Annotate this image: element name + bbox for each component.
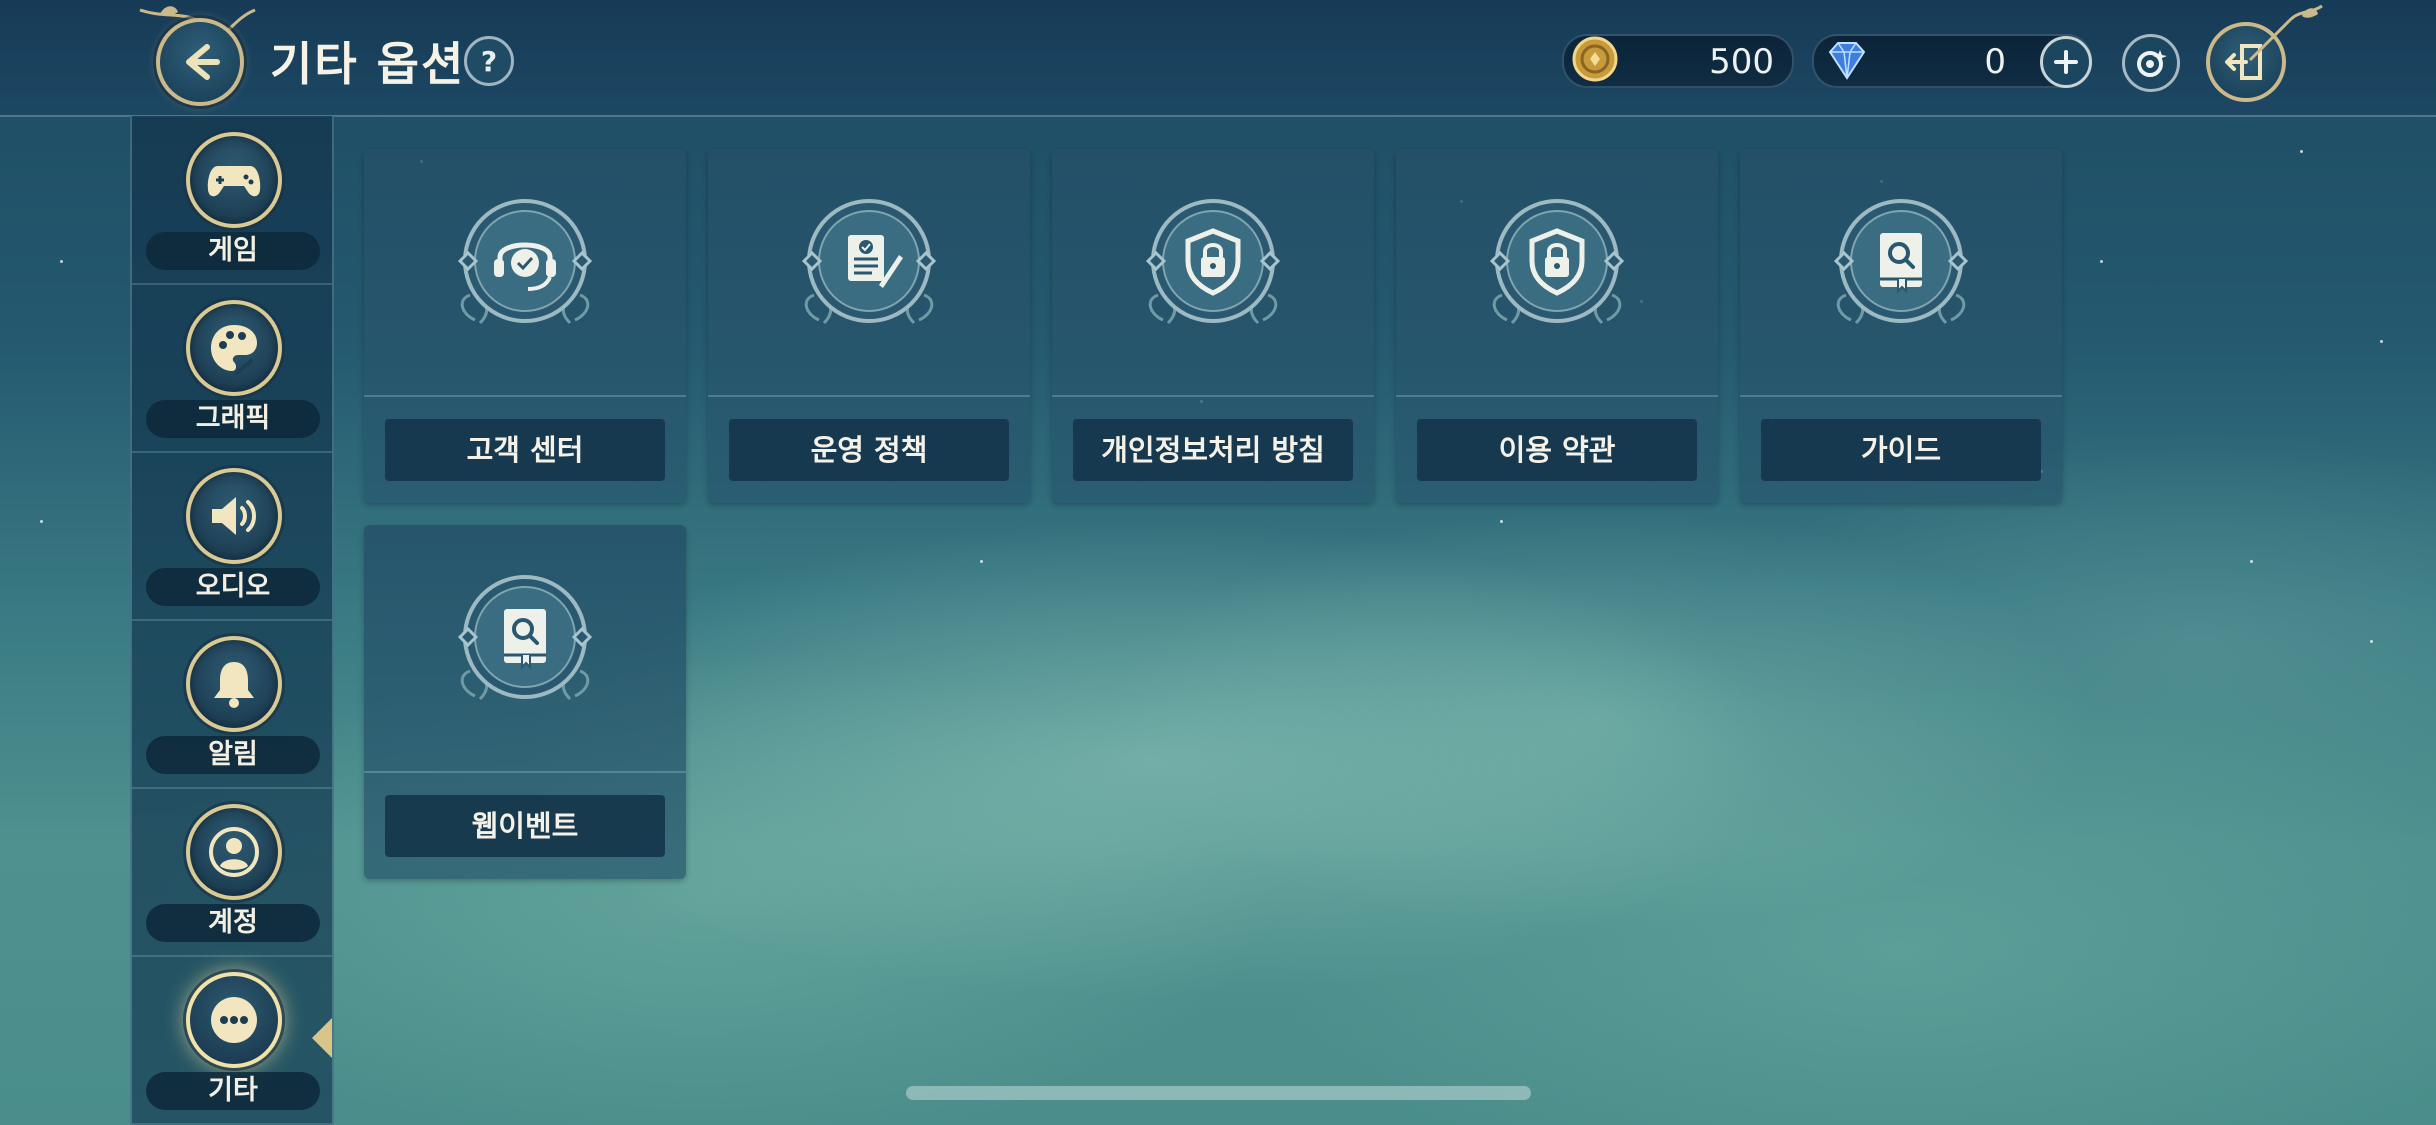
user-icon xyxy=(186,804,282,900)
document-icon xyxy=(801,199,937,325)
option-card-web-event[interactable]: 웹이벤트 xyxy=(364,525,686,879)
category-sidebar: 게임 그래픽 오디오 알림 계정 기타 xyxy=(130,116,334,1125)
vine-ornament-right-icon xyxy=(2248,4,2323,62)
option-card-label: 운영 정책 xyxy=(729,419,1009,481)
back-button[interactable] xyxy=(156,18,244,106)
card-divider xyxy=(1740,395,2062,397)
more-icon xyxy=(186,972,282,1068)
shield-lock-icon xyxy=(1145,199,1281,325)
gold-counter: 500 xyxy=(1562,34,1794,88)
book-search-icon xyxy=(1833,199,1969,325)
book-search-icon xyxy=(457,575,593,701)
option-card-label: 고객 센터 xyxy=(385,419,665,481)
diamond-icon xyxy=(1828,42,1866,80)
sidebar-label: 오디오 xyxy=(146,568,320,606)
add-gems-button[interactable] xyxy=(2040,36,2092,88)
gold-coin-icon xyxy=(1572,36,1618,82)
sidebar-item-etc[interactable]: 기타 xyxy=(132,956,332,1125)
option-card-label: 개인정보처리 방침 xyxy=(1073,419,1353,481)
headset-icon xyxy=(457,199,593,325)
sidebar-item-notifications[interactable]: 알림 xyxy=(132,620,332,789)
sidebar-label: 게임 xyxy=(146,232,320,270)
speaker-icon xyxy=(186,468,282,564)
target-icon xyxy=(2137,50,2167,77)
card-divider xyxy=(1052,395,1374,397)
option-card-label: 가이드 xyxy=(1761,419,2041,481)
option-card-label: 이용 약관 xyxy=(1417,419,1697,481)
option-card-terms-of-use[interactable]: 이용 약관 xyxy=(1396,149,1718,503)
home-indicator[interactable] xyxy=(906,1086,1531,1100)
plus-icon xyxy=(2054,50,2078,74)
sidebar-item-audio[interactable]: 오디오 xyxy=(132,452,332,621)
gem-amount: 0 xyxy=(1984,42,2006,82)
active-category-indicator xyxy=(312,1018,332,1058)
option-card-operation-policy[interactable]: 운영 정책 xyxy=(708,149,1030,503)
sidebar-label: 알림 xyxy=(146,736,320,774)
sidebar-label: 기타 xyxy=(146,1072,320,1110)
sidebar-label: 계정 xyxy=(146,904,320,942)
sidebar-item-graphics[interactable]: 그래픽 xyxy=(132,284,332,453)
bell-icon xyxy=(186,636,282,732)
option-card-customer-center[interactable]: 고객 센터 xyxy=(364,149,686,503)
card-divider xyxy=(1396,395,1718,397)
sidebar-label: 그래픽 xyxy=(146,400,320,438)
card-divider xyxy=(364,771,686,773)
sidebar-item-account[interactable]: 계정 xyxy=(132,788,332,957)
sidebar-item-game[interactable]: 게임 xyxy=(132,116,332,285)
back-arrow-icon xyxy=(186,44,220,80)
gold-amount: 500 xyxy=(1709,42,1774,82)
shortcut-button[interactable] xyxy=(2122,34,2180,92)
option-card-label: 웹이벤트 xyxy=(385,795,665,857)
page-title: 기타 옵션 xyxy=(270,37,466,91)
gamepad-icon xyxy=(186,132,282,228)
card-divider xyxy=(708,395,1030,397)
palette-icon xyxy=(186,300,282,396)
option-card-guide[interactable]: 가이드 xyxy=(1740,149,2062,503)
shield-lock-icon xyxy=(1489,199,1625,325)
option-card-privacy-policy[interactable]: 개인정보처리 방침 xyxy=(1052,149,1374,503)
top-bar: 기타 옵션 ? 500 0 xyxy=(0,0,2436,117)
card-divider xyxy=(364,395,686,397)
help-button[interactable]: ? xyxy=(464,36,514,86)
